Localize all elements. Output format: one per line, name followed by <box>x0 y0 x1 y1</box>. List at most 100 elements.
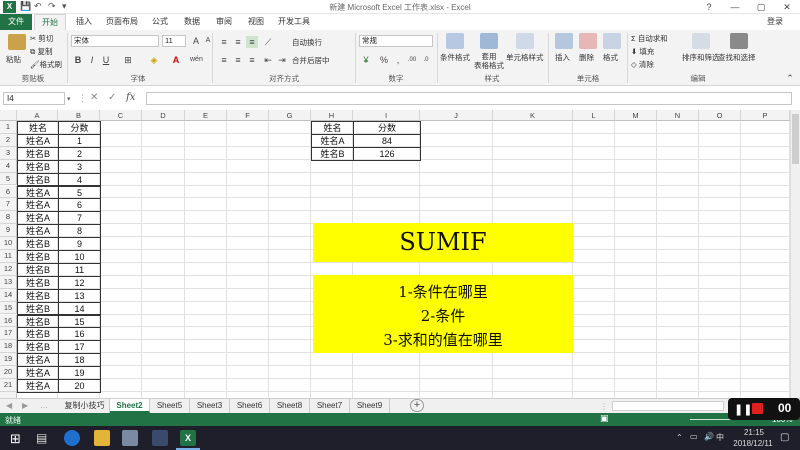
format-as-table-button[interactable]: 套用 表格格式 <box>474 52 504 70</box>
help-button[interactable]: ? <box>696 0 722 14</box>
table-cell[interactable]: 分数 <box>353 121 421 135</box>
format-cells-icon[interactable] <box>603 33 621 49</box>
conditional-format-icon[interactable] <box>446 33 464 49</box>
tab-formulas[interactable]: 公式 <box>146 14 174 30</box>
table-cell[interactable]: 姓名B <box>17 262 59 277</box>
table-cell[interactable]: 姓名B <box>17 275 59 290</box>
sheet-tab[interactable]: 复制小技巧 <box>60 399 110 413</box>
recording-overlay[interactable]: ❚❚ 00 <box>728 398 800 420</box>
table-cell[interactable]: 姓名A <box>17 224 59 239</box>
autosum-button[interactable]: Σ 自动求和 <box>631 33 668 44</box>
sheet-tab[interactable]: Sheet7 <box>310 399 350 413</box>
vertical-scrollbar[interactable] <box>790 110 800 398</box>
sheet-tab[interactable]: Sheet6 <box>230 399 270 413</box>
macro-record-icon[interactable]: ▣ <box>600 413 609 424</box>
horizontal-scrollbar[interactable] <box>612 401 724 411</box>
row-header[interactable]: 13 <box>0 275 17 289</box>
table-cell[interactable]: 姓名B <box>311 146 354 161</box>
cell-styles-icon[interactable] <box>516 33 534 49</box>
row-header[interactable]: 10 <box>0 237 17 250</box>
row-header[interactable]: 20 <box>0 366 17 379</box>
scroll-thumb[interactable] <box>792 114 799 164</box>
underline-button[interactable]: U <box>100 54 112 66</box>
table-cell[interactable]: 姓名A <box>17 366 59 380</box>
table-cell[interactable]: 姓名B <box>17 301 59 316</box>
table-cell[interactable]: 姓名A <box>17 133 59 148</box>
file-explorer-icon[interactable] <box>94 430 110 446</box>
table-cell[interactable]: 8 <box>58 224 101 239</box>
fill-color-icon[interactable]: ◈ <box>148 54 160 66</box>
row-header[interactable]: 17 <box>0 327 17 341</box>
table-cell[interactable]: 姓名A <box>17 198 59 213</box>
table-cell[interactable]: 姓名A <box>311 133 354 148</box>
border-icon[interactable]: ⊞ <box>122 54 134 66</box>
clock-date[interactable]: 2018/12/11 <box>728 439 778 448</box>
table-cell[interactable]: 姓名 <box>17 121 59 135</box>
network-icon[interactable]: ▭ <box>690 432 698 441</box>
table-cell[interactable]: 姓名A <box>17 185 59 200</box>
insert-cells-button[interactable]: 插入 <box>555 52 570 63</box>
minimize-button[interactable]: — <box>722 0 748 14</box>
clock-time[interactable]: 21:15 <box>736 428 772 437</box>
tab-page-layout[interactable]: 页面布局 <box>102 14 142 30</box>
column-header[interactable]: N <box>657 110 699 121</box>
table-cell[interactable]: 19 <box>58 366 101 380</box>
enter-icon[interactable]: ✓ <box>108 92 116 103</box>
table-cell[interactable]: 13 <box>58 288 101 303</box>
screen-recorder-icon[interactable] <box>152 430 168 446</box>
format-painter-button[interactable]: 🖌格式刷 <box>30 59 62 70</box>
close-button[interactable]: ✕ <box>774 0 800 14</box>
sort-filter-icon[interactable] <box>692 33 710 49</box>
table-cell[interactable]: 姓名B <box>17 159 59 174</box>
task-view-icon[interactable]: ▤ <box>36 431 47 445</box>
tab-developer[interactable]: 开发工具 <box>274 14 314 30</box>
column-header[interactable]: I <box>353 110 420 121</box>
indent-increase-icon[interactable]: ⇥ <box>276 54 288 66</box>
row-header[interactable]: 8 <box>0 211 17 225</box>
column-header[interactable]: H <box>311 110 353 121</box>
notification-icon[interactable]: ▢ <box>780 432 789 443</box>
worksheet-grid[interactable]: ABCDEFGHIJKLMNOP 1 2 3 4 5 6 7 8 9 10 11 12 13 14 15 16… <box>0 110 790 398</box>
sheet-tab-active[interactable]: Sheet2 <box>110 399 150 413</box>
edge-icon[interactable] <box>64 430 80 446</box>
format-cells-button[interactable]: 格式 <box>603 52 618 63</box>
align-top-icon[interactable]: ≡ <box>218 36 230 48</box>
windows-start-icon[interactable]: ⊞ <box>10 431 21 447</box>
row-header[interactable]: 16 <box>0 314 17 328</box>
excel-taskbar-icon[interactable]: X <box>180 430 196 446</box>
table-cell[interactable]: 姓名B <box>17 172 59 187</box>
table-format-icon[interactable] <box>480 33 498 49</box>
table-cell[interactable]: 11 <box>58 262 101 277</box>
bold-button[interactable]: B <box>72 54 84 66</box>
cancel-icon[interactable]: ✕ <box>90 92 98 103</box>
delete-cells-button[interactable]: 删除 <box>579 52 594 63</box>
copy-button[interactable]: ⧉ 复制 <box>30 46 52 57</box>
column-header[interactable]: B <box>58 110 100 121</box>
row-header[interactable]: 15 <box>0 301 17 315</box>
volume-icon[interactable]: 🔊 <box>704 432 714 441</box>
table-cell[interactable]: 2 <box>58 146 101 161</box>
font-grow-icon[interactable]: A <box>190 35 202 47</box>
table-cell[interactable]: 126 <box>353 146 421 161</box>
table-cell[interactable]: 姓名A <box>17 379 59 393</box>
binoculars-icon[interactable] <box>730 33 748 49</box>
fill-button[interactable]: ⬇ 填充 <box>631 46 654 57</box>
column-header[interactable]: G <box>269 110 311 121</box>
table-cell[interactable]: 姓名A <box>17 353 59 368</box>
font-size-combo[interactable]: 11 <box>162 35 186 47</box>
font-color-icon[interactable]: A <box>170 54 182 66</box>
row-header[interactable]: 14 <box>0 288 17 302</box>
table-cell[interactable]: 姓名A <box>17 211 59 226</box>
row-header[interactable]: 19 <box>0 353 17 367</box>
column-header[interactable]: C <box>100 110 142 121</box>
app-icon[interactable] <box>122 430 138 446</box>
table-cell[interactable]: 84 <box>353 133 421 148</box>
tab-insert[interactable]: 插入 <box>70 14 98 30</box>
phonetic-icon[interactable]: wén <box>190 54 203 66</box>
table-cell[interactable]: 14 <box>58 301 101 316</box>
row-header[interactable]: 12 <box>0 262 17 276</box>
table-cell[interactable]: 12 <box>58 275 101 290</box>
sheet-tab[interactable]: Sheet8 <box>270 399 310 413</box>
tab-review[interactable]: 审阅 <box>210 14 238 30</box>
row-header[interactable]: 11 <box>0 250 17 263</box>
